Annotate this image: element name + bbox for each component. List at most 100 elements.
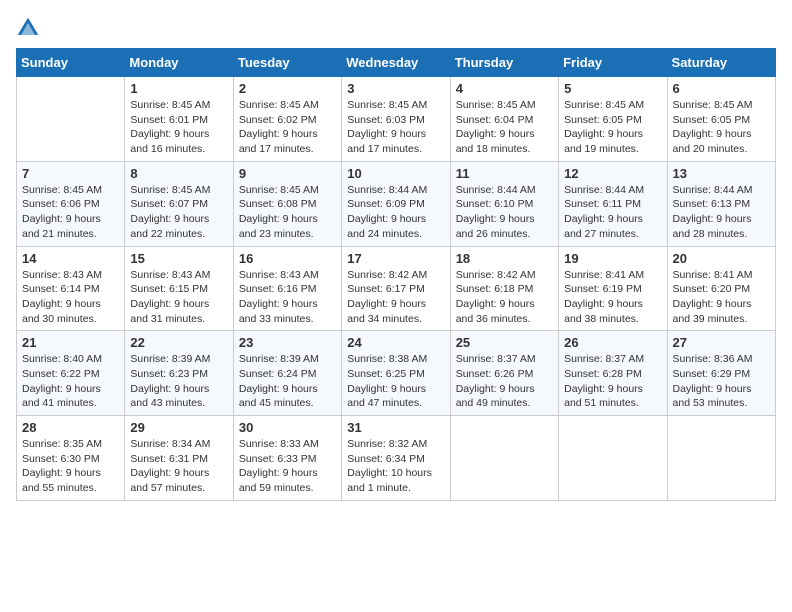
calendar-cell: 16Sunrise: 8:43 AMSunset: 6:16 PMDayligh… xyxy=(233,246,341,331)
day-info: Sunrise: 8:42 AMSunset: 6:17 PMDaylight:… xyxy=(347,268,444,327)
col-header-sunday: Sunday xyxy=(17,49,125,77)
day-number: 25 xyxy=(456,335,553,350)
day-number: 23 xyxy=(239,335,336,350)
day-number: 15 xyxy=(130,251,227,266)
day-info: Sunrise: 8:45 AMSunset: 6:01 PMDaylight:… xyxy=(130,98,227,157)
day-info: Sunrise: 8:41 AMSunset: 6:20 PMDaylight:… xyxy=(673,268,770,327)
calendar-cell: 23 Sunrise: 8:39 AMSunset: 6:24 PMDayligh… xyxy=(233,331,341,416)
day-info: Sunrise: 8:45 AMSunset: 6:04 PMDaylight:… xyxy=(456,98,553,157)
day-number: 17 xyxy=(347,251,444,266)
day-number: 20 xyxy=(673,251,770,266)
day-number: 31 xyxy=(347,420,444,435)
calendar-cell: 26Sunrise: 8:37 AMSunset: 6:28 PMDayligh… xyxy=(559,331,667,416)
day-number: 2 xyxy=(239,81,336,96)
col-header-tuesday: Tuesday xyxy=(233,49,341,77)
calendar-cell: 31 Sunrise: 8:32 AMSunset: 6:34 PMDayligh… xyxy=(342,416,450,501)
col-header-friday: Friday xyxy=(559,49,667,77)
calendar-cell: 6 Sunrise: 8:45 AMSunset: 6:05 PMDaylight… xyxy=(667,77,775,162)
day-info: Sunrise: 8:45 AMSunset: 6:02 PMDaylight:… xyxy=(239,98,336,157)
day-info: Sunrise: 8:41 AMSunset: 6:19 PMDaylight:… xyxy=(564,268,661,327)
calendar-cell: 24 Sunrise: 8:38 AMSunset: 6:25 PMDayligh… xyxy=(342,331,450,416)
day-info: Sunrise: 8:44 AMSunset: 6:11 PMDaylight:… xyxy=(564,183,661,242)
calendar-cell: 28 Sunrise: 8:35 AMSunset: 6:30 PMDayligh… xyxy=(17,416,125,501)
calendar-cell: 2 Sunrise: 8:45 AMSunset: 6:02 PMDaylight… xyxy=(233,77,341,162)
calendar-cell: 17 Sunrise: 8:42 AMSunset: 6:17 PMDayligh… xyxy=(342,246,450,331)
day-number: 22 xyxy=(130,335,227,350)
day-number: 3 xyxy=(347,81,444,96)
calendar-cell: 22 Sunrise: 8:39 AMSunset: 6:23 PMDayligh… xyxy=(125,331,233,416)
day-info: Sunrise: 8:44 AMSunset: 6:10 PMDaylight:… xyxy=(456,183,553,242)
day-info: Sunrise: 8:34 AMSunset: 6:31 PMDaylight:… xyxy=(130,437,227,496)
day-info: Sunrise: 8:45 AMSunset: 6:05 PMDaylight:… xyxy=(673,98,770,157)
day-info: Sunrise: 8:43 AMSunset: 6:15 PMDaylight:… xyxy=(130,268,227,327)
calendar-cell: 18 Sunrise: 8:42 AMSunset: 6:18 PMDayligh… xyxy=(450,246,558,331)
day-number: 14 xyxy=(22,251,119,266)
day-number: 24 xyxy=(347,335,444,350)
day-info: Sunrise: 8:45 AMSunset: 6:08 PMDaylight:… xyxy=(239,183,336,242)
calendar-cell: 7 Sunrise: 8:45 AMSunset: 6:06 PMDaylight… xyxy=(17,161,125,246)
day-number: 9 xyxy=(239,166,336,181)
calendar-cell: 20 Sunrise: 8:41 AMSunset: 6:20 PMDayligh… xyxy=(667,246,775,331)
day-info: Sunrise: 8:45 AMSunset: 6:07 PMDaylight:… xyxy=(130,183,227,242)
day-number: 12 xyxy=(564,166,661,181)
day-number: 21 xyxy=(22,335,119,350)
day-number: 29 xyxy=(130,420,227,435)
day-info: Sunrise: 8:39 AMSunset: 6:24 PMDaylight:… xyxy=(239,352,336,411)
calendar-cell xyxy=(450,416,558,501)
col-header-thursday: Thursday xyxy=(450,49,558,77)
calendar-cell: 15 Sunrise: 8:43 AMSunset: 6:15 PMDayligh… xyxy=(125,246,233,331)
day-info: Sunrise: 8:36 AMSunset: 6:29 PMDaylight:… xyxy=(673,352,770,411)
day-number: 6 xyxy=(673,81,770,96)
day-number: 19 xyxy=(564,251,661,266)
day-number: 8 xyxy=(130,166,227,181)
calendar-cell: 21 Sunrise: 8:40 AMSunset: 6:22 PMDayligh… xyxy=(17,331,125,416)
calendar-cell: 11 Sunrise: 8:44 AMSunset: 6:10 PMDayligh… xyxy=(450,161,558,246)
calendar-cell: 5 Sunrise: 8:45 AMSunset: 6:05 PMDaylight… xyxy=(559,77,667,162)
day-info: Sunrise: 8:33 AMSunset: 6:33 PMDaylight:… xyxy=(239,437,336,496)
calendar-cell xyxy=(667,416,775,501)
day-number: 7 xyxy=(22,166,119,181)
logo xyxy=(16,16,44,40)
calendar-cell: 3 Sunrise: 8:45 AMSunset: 6:03 PMDaylight… xyxy=(342,77,450,162)
day-info: Sunrise: 8:39 AMSunset: 6:23 PMDaylight:… xyxy=(130,352,227,411)
day-info: Sunrise: 8:42 AMSunset: 6:18 PMDaylight:… xyxy=(456,268,553,327)
day-number: 11 xyxy=(456,166,553,181)
day-number: 27 xyxy=(673,335,770,350)
day-info: Sunrise: 8:45 AMSunset: 6:03 PMDaylight:… xyxy=(347,98,444,157)
calendar-cell: 25 Sunrise: 8:37 AMSunset: 6:26 PMDayligh… xyxy=(450,331,558,416)
day-info: Sunrise: 8:37 AMSunset: 6:28 PMDaylight:… xyxy=(564,352,661,411)
calendar-cell: 14 Sunrise: 8:43 AMSunset: 6:14 PMDayligh… xyxy=(17,246,125,331)
calendar-cell: 8 Sunrise: 8:45 AMSunset: 6:07 PMDaylight… xyxy=(125,161,233,246)
calendar-cell: 29 Sunrise: 8:34 AMSunset: 6:31 PMDayligh… xyxy=(125,416,233,501)
calendar-cell xyxy=(17,77,125,162)
logo-icon xyxy=(16,16,40,40)
day-info: Sunrise: 8:45 AMSunset: 6:06 PMDaylight:… xyxy=(22,183,119,242)
day-info: Sunrise: 8:32 AMSunset: 6:34 PMDaylight:… xyxy=(347,437,444,496)
day-number: 4 xyxy=(456,81,553,96)
day-number: 13 xyxy=(673,166,770,181)
page-header xyxy=(16,16,776,40)
day-number: 18 xyxy=(456,251,553,266)
calendar-cell: 13Sunrise: 8:44 AMSunset: 6:13 PMDayligh… xyxy=(667,161,775,246)
day-info: Sunrise: 8:37 AMSunset: 6:26 PMDaylight:… xyxy=(456,352,553,411)
calendar-cell: 12 Sunrise: 8:44 AMSunset: 6:11 PMDayligh… xyxy=(559,161,667,246)
col-header-monday: Monday xyxy=(125,49,233,77)
calendar-cell: 9 Sunrise: 8:45 AMSunset: 6:08 PMDaylight… xyxy=(233,161,341,246)
calendar-cell: 27 Sunrise: 8:36 AMSunset: 6:29 PMDayligh… xyxy=(667,331,775,416)
day-info: Sunrise: 8:45 AMSunset: 6:05 PMDaylight:… xyxy=(564,98,661,157)
day-number: 5 xyxy=(564,81,661,96)
calendar-cell: 10Sunrise: 8:44 AMSunset: 6:09 PMDayligh… xyxy=(342,161,450,246)
calendar-cell xyxy=(559,416,667,501)
day-info: Sunrise: 8:38 AMSunset: 6:25 PMDaylight:… xyxy=(347,352,444,411)
day-number: 1 xyxy=(130,81,227,96)
calendar-cell: 19 Sunrise: 8:41 AMSunset: 6:19 PMDayligh… xyxy=(559,246,667,331)
day-info: Sunrise: 8:44 AMSunset: 6:09 PMDaylight:… xyxy=(347,183,444,242)
calendar-cell: 1 Sunrise: 8:45 AMSunset: 6:01 PMDaylight… xyxy=(125,77,233,162)
day-info: Sunrise: 8:40 AMSunset: 6:22 PMDaylight:… xyxy=(22,352,119,411)
day-number: 28 xyxy=(22,420,119,435)
day-info: Sunrise: 8:43 AMSunset: 6:14 PMDaylight:… xyxy=(22,268,119,327)
day-number: 30 xyxy=(239,420,336,435)
day-info: Sunrise: 8:35 AMSunset: 6:30 PMDaylight:… xyxy=(22,437,119,496)
col-header-saturday: Saturday xyxy=(667,49,775,77)
day-info: Sunrise: 8:43 AMSunset: 6:16 PMDaylight:… xyxy=(239,268,336,327)
